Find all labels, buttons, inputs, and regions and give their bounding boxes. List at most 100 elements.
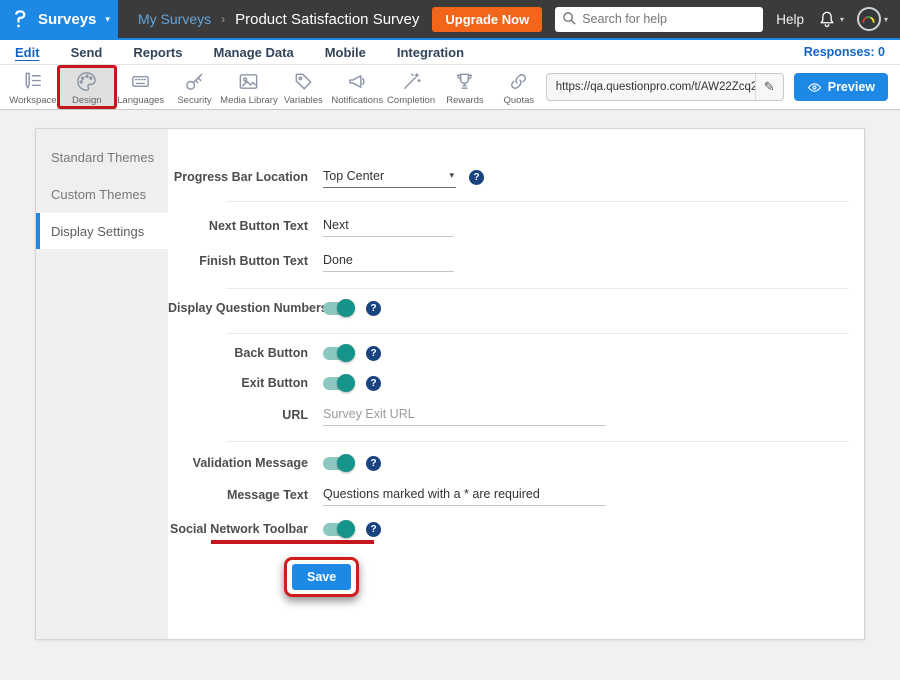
survey-url[interactable]: https://qa.questionpro.com/t/AW22Zcq2J	[547, 81, 755, 93]
chevron-down-icon: ▾	[840, 15, 844, 24]
back-button-toggle[interactable]	[323, 347, 353, 360]
field-label: Validation Message	[168, 456, 323, 470]
tab-edit[interactable]: Edit	[15, 45, 40, 60]
product-switcher[interactable]: Surveys ▾	[0, 0, 118, 38]
preview-button[interactable]: Preview	[794, 73, 888, 101]
progress-bar-location-row: Progress Bar Location Top Center ▾	[168, 163, 864, 191]
responses-count[interactable]: Responses: 0	[804, 45, 900, 59]
toolbar-item-rewards[interactable]: Rewards	[438, 68, 492, 106]
message-text-input[interactable]	[323, 485, 606, 506]
megaphone-icon	[346, 70, 369, 93]
tab-mobile[interactable]: Mobile	[325, 45, 366, 60]
finish-button-text-row: Finish Button Text	[168, 247, 864, 275]
toolbar-item-label: Quotas	[503, 95, 534, 106]
social-network-toolbar-toggle[interactable]	[323, 523, 353, 536]
help-search-input[interactable]	[555, 7, 763, 32]
finish-button-text-input[interactable]	[323, 251, 454, 272]
sidebar-item-custom-themes[interactable]: Custom Themes	[36, 176, 168, 212]
next-button-text-row: Next Button Text	[168, 212, 864, 240]
field-label: Message Text	[168, 488, 323, 502]
help-icon[interactable]	[366, 376, 381, 391]
sidebar-item-display-settings[interactable]: Display Settings	[36, 213, 168, 249]
toolbar-item-label: Languages	[117, 95, 164, 106]
help-search	[555, 7, 763, 32]
field-label: Social Network Toolbar	[168, 522, 323, 536]
help-link[interactable]: Help	[776, 12, 804, 27]
toolbar-item-media-library[interactable]: Media Library	[221, 68, 276, 106]
upgrade-now-button[interactable]: Upgrade Now	[432, 7, 542, 32]
validation-message-row: Validation Message	[168, 449, 864, 477]
divider	[226, 288, 849, 289]
toolbar-item-security[interactable]: Security	[168, 68, 222, 106]
key-icon	[183, 70, 206, 93]
field-label: URL	[168, 408, 323, 422]
toolbar-item-label: Workspace	[9, 95, 56, 106]
toolbar-item-workspace[interactable]: Workspace	[6, 68, 60, 106]
exit-url-row: URL	[168, 401, 864, 429]
field-label: Display Question Numbers	[168, 301, 323, 315]
message-text-row: Message Text	[168, 481, 864, 509]
edit-toolbar: Workspace Design Languages Security Medi…	[0, 65, 900, 110]
breadcrumb-separator-icon: ›	[221, 12, 225, 26]
exit-button-row: Exit Button	[168, 369, 864, 397]
exit-button-toggle[interactable]	[323, 377, 353, 390]
selected-value: Top Center	[323, 169, 384, 183]
tab-reports[interactable]: Reports	[133, 45, 182, 60]
survey-menu-bar: Edit Send Reports Manage Data Mobile Int…	[0, 38, 900, 65]
field-label: Exit Button	[168, 376, 323, 390]
help-icon[interactable]	[469, 170, 484, 185]
progress-bar-location-select[interactable]: Top Center ▾	[323, 167, 456, 188]
account-menu[interactable]: ▾	[857, 7, 888, 31]
breadcrumb-my-surveys[interactable]: My Surveys	[138, 11, 211, 27]
top-header: Surveys ▾ My Surveys › Product Satisfact…	[0, 0, 900, 38]
chevron-down-icon: ▾	[449, 170, 454, 181]
tab-manage-data[interactable]: Manage Data	[213, 45, 293, 60]
edit-url-icon[interactable]: ✎	[755, 74, 783, 100]
divider	[226, 441, 849, 442]
tab-send[interactable]: Send	[71, 45, 103, 60]
field-label: Back Button	[168, 346, 323, 360]
toolbar-item-label: Variables	[284, 95, 323, 106]
next-button-text-input[interactable]	[323, 216, 454, 237]
avatar	[857, 7, 881, 31]
help-icon[interactable]	[366, 522, 381, 537]
toolbar-item-label: Notifications	[331, 95, 383, 106]
toolbar-item-label: Completion	[387, 95, 435, 106]
exit-url-input[interactable]	[323, 405, 606, 426]
chevron-down-icon: ▾	[884, 15, 888, 24]
back-button-row: Back Button	[168, 339, 864, 367]
toolbar-item-notifications[interactable]: Notifications	[330, 68, 384, 106]
trophy-icon	[453, 70, 476, 93]
annotation-red-underline	[211, 540, 374, 544]
sidebar-item-standard-themes[interactable]: Standard Themes	[36, 139, 168, 175]
field-label: Next Button Text	[168, 219, 323, 233]
image-icon	[237, 70, 260, 93]
toolbar-item-quotas[interactable]: Quotas	[492, 68, 546, 106]
toolbar-item-label: Media Library	[220, 95, 278, 106]
help-icon[interactable]	[366, 346, 381, 361]
toolbar-item-variables[interactable]: Variables	[276, 68, 330, 106]
toolbar-item-completion[interactable]: Completion	[384, 68, 438, 106]
help-icon[interactable]	[366, 456, 381, 471]
toolbar-item-label: Rewards	[446, 95, 484, 106]
survey-title: Product Satisfaction Survey	[235, 11, 419, 28]
toolbar-item-label: Security	[177, 95, 211, 106]
links-icon	[507, 70, 530, 93]
save-button[interactable]: Save	[292, 564, 351, 590]
wand-icon	[400, 70, 423, 93]
toolbar-item-languages[interactable]: Languages	[114, 68, 168, 106]
tab-integration[interactable]: Integration	[397, 45, 464, 60]
validation-message-toggle[interactable]	[323, 457, 353, 470]
toolbar-item-design[interactable]: Design	[60, 68, 114, 106]
tag-icon	[292, 70, 315, 93]
notifications-menu[interactable]: ▾	[817, 9, 844, 29]
eye-icon	[807, 80, 822, 95]
header-actions: Upgrade Now Help ▾ ▾	[432, 7, 900, 32]
field-label: Progress Bar Location	[168, 170, 323, 184]
display-question-numbers-toggle[interactable]	[323, 302, 353, 315]
display-settings-form: Progress Bar Location Top Center ▾ Next …	[168, 129, 864, 639]
keyboard-icon	[129, 70, 152, 93]
help-icon[interactable]	[366, 301, 381, 316]
workspace-icon	[21, 70, 44, 93]
design-sidebar: Standard Themes Custom Themes Display Se…	[36, 129, 168, 639]
